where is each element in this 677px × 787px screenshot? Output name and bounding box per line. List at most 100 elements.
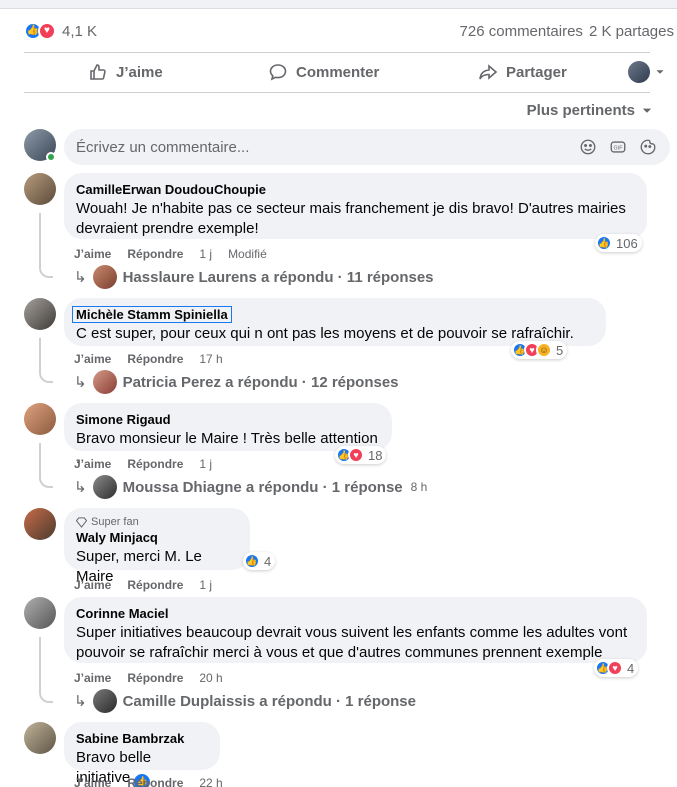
comment-author[interactable]: Simone Rigaud xyxy=(76,412,171,427)
reply-arrow-icon: ↳ xyxy=(74,374,87,391)
comment-author[interactable]: CamilleErwan DoudouChoupie xyxy=(76,182,266,197)
commenter-avatar[interactable] xyxy=(24,508,56,540)
comment-meta: J’aime Répondre 22 h xyxy=(74,776,223,787)
replies-summary: Moussa Dhiagne a répondu · 1 réponse xyxy=(122,478,403,496)
comment-text: Super initiatives beaucoup devrait vous … xyxy=(76,624,628,661)
replies-summary: Patricia Perez a répondu · 12 réponses xyxy=(122,373,399,391)
thread-connector xyxy=(39,637,53,703)
reply-arrow-icon: ↳ xyxy=(74,479,87,496)
comment-reactions[interactable]: 👍 ♥ 18 xyxy=(335,446,387,464)
comment-bubble: Super fan Waly Minjacq Super, merci M. L… xyxy=(64,508,250,585)
like-comment-link[interactable]: J’aime xyxy=(74,776,111,787)
thumbs-up-icon xyxy=(90,64,106,80)
comment-button[interactable]: Commenter xyxy=(268,62,677,82)
reply-link[interactable]: Répondre xyxy=(127,578,183,592)
comment: Corinne Maciel Super initiatives beaucou… xyxy=(24,597,674,717)
reply-link[interactable]: Répondre xyxy=(127,457,183,471)
reaction-count: 5 xyxy=(556,342,564,358)
like-comment-link[interactable]: J’aime xyxy=(74,352,111,366)
view-replies[interactable]: ↳ Hasslaure Laurens a répondu · 11 répon… xyxy=(74,265,434,289)
love-reaction-icon: ♥ xyxy=(607,660,623,676)
share-button-label: Partager xyxy=(506,63,567,81)
comment: Sabine Bambrzak Bravo belle initiative 👍… xyxy=(24,722,674,787)
reaction-icons[interactable]: 👍 ♥ xyxy=(24,22,56,40)
like-comment-link[interactable]: J’aime xyxy=(74,247,111,261)
view-replies[interactable]: ↳ Patricia Perez a répondu · 12 réponses xyxy=(74,370,399,394)
comment-author[interactable]: Michèle Stamm Spiniella xyxy=(72,306,232,323)
haha-reaction-icon: ☺ xyxy=(536,342,552,358)
comment-reactions[interactable]: 👍 4 xyxy=(243,552,276,570)
reaction-count: 18 xyxy=(368,447,383,463)
reply-arrow-icon: ↳ xyxy=(74,269,87,286)
like-comment-link[interactable]: J’aime xyxy=(74,578,111,592)
reaction-count: 106 xyxy=(616,235,638,251)
reply-link[interactable]: Répondre xyxy=(127,247,183,261)
comment-author[interactable]: Sabine Bambrzak xyxy=(76,731,184,746)
emoji-icon[interactable] xyxy=(578,137,598,157)
comment-bubble: Sabine Bambrzak Bravo belle initiative 👍 xyxy=(64,722,220,787)
replier-avatar xyxy=(92,475,117,499)
replies-summary: Hasslaure Laurens a répondu · 11 réponse… xyxy=(122,268,434,286)
view-replies[interactable]: ↳ Moussa Dhiagne a répondu · 1 réponse 8… xyxy=(74,475,427,499)
shares-count-link[interactable]: 2 K partages xyxy=(589,23,674,40)
comment-as-selector[interactable] xyxy=(628,61,666,83)
window-top-edge xyxy=(0,0,677,9)
commenter-avatar[interactable] xyxy=(24,298,56,330)
commenter-avatar[interactable] xyxy=(24,173,56,205)
profile-avatar xyxy=(628,61,650,83)
comment: Super fan Waly Minjacq Super, merci M. L… xyxy=(24,508,674,594)
comment-input-placeholder: Écrivez un commentaire... xyxy=(76,138,250,156)
comment-time[interactable]: 17 h xyxy=(199,352,222,366)
reaction-count: 4 xyxy=(627,660,635,676)
reply-link[interactable]: Répondre xyxy=(127,352,183,366)
comment-meta: J’aime Répondre 1 j xyxy=(74,457,212,471)
comment-time[interactable]: 1 j xyxy=(199,457,212,471)
comment-author[interactable]: Waly Minjacq xyxy=(76,530,158,545)
commenter-avatar[interactable] xyxy=(24,722,56,754)
reply-link[interactable]: Répondre xyxy=(127,671,183,685)
comment-time[interactable]: 20 h xyxy=(199,671,222,685)
commenter-avatar[interactable] xyxy=(24,403,56,435)
replies-time: 8 h xyxy=(410,480,428,494)
comment-meta: J’aime Répondre 1 j Modifié xyxy=(74,247,267,261)
thread-connector xyxy=(39,338,53,383)
like-button[interactable]: J’aime xyxy=(88,62,163,82)
like-reaction-icon: 👍 xyxy=(596,235,612,251)
comment-reactions[interactable]: 👍 ♥ 4 xyxy=(594,659,639,677)
commenter-avatar[interactable] xyxy=(24,597,56,629)
replier-avatar xyxy=(92,370,117,394)
comment-button-label: Commenter xyxy=(296,63,380,81)
comment-bubble: Michèle Stamm Spiniella C est super, pou… xyxy=(64,298,606,346)
super-fan-badge[interactable]: Super fan xyxy=(76,516,238,528)
comment-time[interactable]: 1 j xyxy=(199,247,212,261)
thread-connector xyxy=(39,443,53,488)
speech-bubble-icon xyxy=(269,64,287,81)
view-replies[interactable]: ↳ Camille Duplaissis a répondu · 1 répon… xyxy=(74,689,416,713)
comment-reactions[interactable]: 👍 106 xyxy=(595,234,642,252)
replier-avatar xyxy=(92,265,117,289)
comment-author[interactable]: Corinne Maciel xyxy=(76,606,168,621)
like-reaction-icon: 👍 xyxy=(244,553,260,569)
comment-meta: J’aime Répondre 17 h xyxy=(74,352,223,366)
comments-count-link[interactable]: 726 commentaires xyxy=(460,23,583,40)
replier-avatar xyxy=(92,689,117,713)
comment-time[interactable]: 1 j xyxy=(199,578,212,592)
reply-link[interactable]: Répondre xyxy=(127,776,183,787)
comment-time[interactable]: 22 h xyxy=(199,776,222,787)
comment-bubble: CamilleErwan DoudouChoupie Wouah! Je n'h… xyxy=(64,173,647,239)
diamond-icon xyxy=(76,516,87,528)
like-button-label: J’aime xyxy=(116,63,163,81)
divider xyxy=(24,52,650,53)
comment-sort-dropdown[interactable]: Plus pertinents xyxy=(527,102,653,119)
comment-input[interactable]: Écrivez un commentaire... GIF xyxy=(64,129,670,165)
thread-connector xyxy=(39,213,53,278)
sticker-icon[interactable] xyxy=(638,137,658,157)
like-comment-link[interactable]: J’aime xyxy=(74,671,111,685)
comment-bubble: Simone Rigaud Bravo monsieur le Maire ! … xyxy=(64,403,392,467)
reaction-count[interactable]: 4,1 K xyxy=(62,23,97,40)
comment-reactions[interactable]: 👍 ♥ ☺ 5 xyxy=(511,341,568,359)
comment: Simone Rigaud Bravo monsieur le Maire ! … xyxy=(24,403,674,503)
like-comment-link[interactable]: J’aime xyxy=(74,457,111,471)
share-button[interactable]: Partager xyxy=(478,62,567,82)
gif-icon[interactable]: GIF xyxy=(608,137,628,157)
